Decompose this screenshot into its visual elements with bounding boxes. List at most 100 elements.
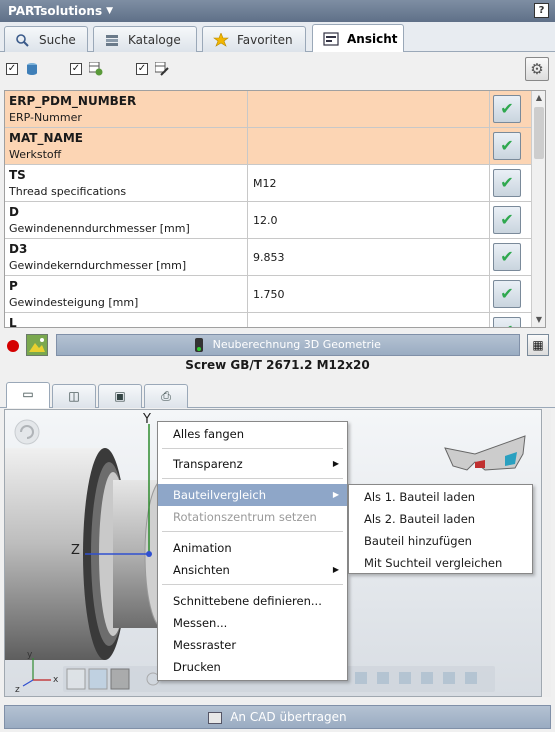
tab-label: Favoriten [237, 32, 293, 47]
table-row[interactable]: MAT_NAME Werkstoff ✔ [5, 128, 533, 165]
check-icon[interactable]: ✔ [493, 206, 521, 234]
tab-kataloge[interactable]: Kataloge [93, 26, 197, 52]
menu-item-alles-fangen[interactable]: Alles fangen [158, 423, 347, 445]
view-icon [323, 31, 339, 46]
screen-icon: ▭ [22, 387, 34, 401]
tab-favoriten[interactable]: Favoriten [202, 26, 306, 52]
property-value[interactable]: 12.0 [253, 214, 278, 227]
menu-item-bauteilvergleich[interactable]: Bauteilvergleich ▶ [158, 484, 347, 506]
submenu-arrow-icon: ▶ [332, 490, 339, 499]
chevron-down-icon[interactable]: ▼ [106, 6, 113, 16]
help-icon[interactable]: ? [534, 3, 549, 18]
view-cube-icon [443, 672, 455, 684]
filter-bar: ✓ ✓ ✓ ⚙ [0, 53, 555, 85]
menu-item-animation[interactable]: Animation [158, 537, 347, 559]
check-icon[interactable]: ✔ [493, 95, 521, 123]
view-cube-icon [355, 672, 367, 684]
filter-checkbox-1[interactable]: ✓ [6, 63, 18, 75]
property-value[interactable]: 9.853 [253, 251, 285, 264]
submenu-item-load-first[interactable]: Als 1. Bauteil laden [349, 486, 532, 508]
star-icon [213, 31, 229, 47]
properties-table: ERP_PDM_NUMBER ERP-Nummer ✔ MAT_NAME Wer… [4, 90, 546, 328]
property-name: MAT_NAME [9, 131, 83, 145]
recalc-bar: Neuberechnung 3D Geometrie ▦ [0, 333, 555, 357]
table-settings-icon [88, 61, 103, 76]
triad-z-label: z [15, 685, 20, 695]
recalc-label: Neuberechnung 3D Geometrie [212, 338, 381, 351]
property-desc: Werkstoff [9, 148, 62, 161]
property-name: L [9, 316, 17, 328]
property-desc: Gewindesteigung [mm] [9, 296, 139, 309]
tab-ansicht[interactable]: Ansicht [312, 24, 404, 52]
menu-item-messen[interactable]: Messen... [158, 612, 347, 634]
submenu-item-load-second[interactable]: Als 2. Bauteil laden [349, 508, 532, 530]
property-name: P [9, 279, 18, 293]
property-desc: Gewindekerndurchmesser [mm] [9, 259, 187, 272]
view-cube-icon [399, 672, 411, 684]
property-value[interactable]: M12 [253, 177, 277, 190]
check-icon[interactable]: ✔ [493, 243, 521, 271]
compare-submenu: Als 1. Bauteil laden Als 2. Bauteil lade… [348, 484, 533, 574]
cad-button-label: An CAD übertragen [230, 710, 347, 724]
check-icon[interactable]: ✔ [493, 132, 521, 160]
cylinder-view-icon [88, 668, 108, 690]
property-name: D [9, 205, 19, 219]
menu-item-drucken[interactable]: Drucken [158, 656, 347, 678]
property-desc: ERP-Nummer [9, 111, 82, 124]
check-icon[interactable]: ✔ [493, 317, 521, 327]
rotate-icon [14, 419, 40, 445]
table-row[interactable]: P Gewindesteigung [mm] 1.750 ✔ [5, 276, 533, 313]
table-scrollbar[interactable]: ▲ ▼ [531, 91, 545, 327]
menu-item-rotationszentrum: Rotationszentrum setzen [173, 510, 317, 524]
tab-derived-view[interactable]: ▣ [98, 384, 142, 408]
transfer-to-cad-button[interactable]: An CAD übertragen [4, 705, 551, 729]
tab-3d-view[interactable]: ▭ [6, 382, 50, 408]
check-icon[interactable]: ✔ [493, 280, 521, 308]
tab-label: Kataloge [128, 32, 181, 47]
menu-item-transparenz[interactable]: Transparenz ▶ [158, 453, 347, 475]
property-desc: Gewindenenndurchmesser [mm] [9, 222, 190, 235]
menu-item-ansichten[interactable]: Ansichten ▶ [158, 559, 347, 581]
menu-item-schnittebene[interactable]: Schnittebene definieren... [158, 590, 347, 612]
submenu-item-compare-search[interactable]: Mit Suchteil vergleichen [349, 552, 532, 574]
menu-item-messraster[interactable]: Messraster [158, 634, 347, 656]
record-icon[interactable] [7, 340, 19, 352]
app-title: PARTsolutions [8, 4, 103, 18]
property-desc: Thread specifications [9, 185, 127, 198]
app-titlebar[interactable]: PARTsolutions ▼ ? [0, 0, 555, 22]
gear-icon: ⚙ [530, 60, 544, 78]
triad-x-label: x [53, 675, 59, 685]
axis-z-label: Z [71, 543, 80, 558]
tab-print-view[interactable]: ⎙ [144, 384, 188, 408]
filter-checkbox-2[interactable]: ✓ [70, 63, 82, 75]
table-row[interactable]: TS Thread specifications M12 ✔ [5, 165, 533, 202]
search-icon [15, 33, 31, 47]
table-row[interactable]: D3 Gewindekerndurchmesser [mm] 9.853 ✔ [5, 239, 533, 276]
filter-checkbox-3[interactable]: ✓ [136, 63, 148, 75]
submenu-arrow-icon: ▶ [332, 565, 339, 574]
settings-button[interactable]: ⚙ [525, 57, 549, 81]
submenu-arrow-icon: ▶ [332, 459, 339, 468]
table-row[interactable]: L 20 ✔ [5, 313, 533, 328]
submenu-item-add-part[interactable]: Bauteil hinzufügen [349, 530, 532, 552]
view-cube-icon [377, 672, 389, 684]
cylinder-view-icon [110, 668, 130, 690]
view-tabs: ▭ ◫ ▣ ⎙ [0, 380, 555, 408]
property-value[interactable]: 1.750 [253, 288, 285, 301]
scroll-down-icon[interactable]: ▼ [532, 313, 545, 327]
tab-suche[interactable]: Suche [4, 26, 88, 52]
scroll-thumb[interactable] [534, 107, 544, 159]
recalc-button[interactable]: Neuberechnung 3D Geometrie [56, 334, 520, 356]
scroll-up-icon[interactable]: ▲ [532, 91, 545, 105]
table-edit-icon [154, 61, 169, 76]
view-icon: ▣ [114, 389, 126, 403]
image-icon[interactable] [26, 334, 48, 356]
property-value[interactable]: 20 [253, 325, 267, 327]
table-row[interactable]: ERP_PDM_NUMBER ERP-Nummer ✔ [5, 91, 533, 128]
viewport-scrollbar[interactable] [543, 409, 551, 697]
calendar-icon[interactable]: ▦ [527, 334, 549, 356]
check-icon[interactable]: ✔ [493, 169, 521, 197]
tab-2d-view[interactable]: ◫ [52, 384, 96, 408]
table-row[interactable]: D Gewindenenndurchmesser [mm] 12.0 ✔ [5, 202, 533, 239]
context-menu: Alles fangen Transparenz ▶ Bauteilverglei… [157, 421, 348, 681]
